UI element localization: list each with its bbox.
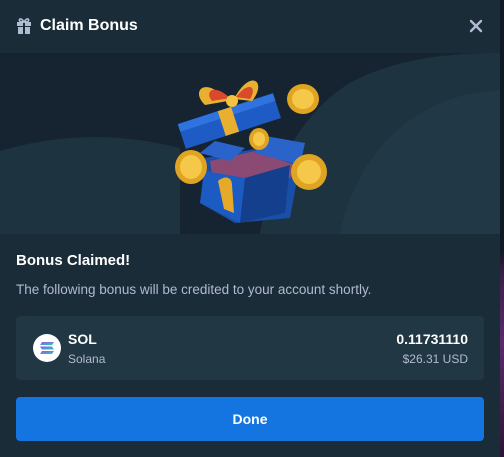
modal-title: Claim Bonus <box>40 17 138 34</box>
open-gift-illustration <box>0 53 500 234</box>
modal-header: Claim Bonus <box>0 0 500 53</box>
bonus-banner <box>0 53 500 234</box>
close-icon[interactable] <box>466 16 486 36</box>
gift-icon <box>17 18 31 34</box>
bonus-currency-row: SOL Solana 0.11731110 $26.31 USD <box>16 316 484 380</box>
currency-symbol: SOL <box>68 331 97 347</box>
bonus-claimed-title: Bonus Claimed! <box>16 252 131 269</box>
currency-name: Solana <box>68 352 106 366</box>
claim-bonus-modal: Claim Bonus Bonus Claimed! The following… <box>0 0 500 457</box>
bonus-claimed-description: The following bonus will be credited to … <box>16 282 372 297</box>
bonus-usd-value: $26.31 USD <box>402 352 468 366</box>
solana-icon <box>33 334 61 362</box>
done-button[interactable]: Done <box>16 397 484 441</box>
background-page-edge <box>500 0 504 457</box>
bonus-amount: 0.11731110 <box>396 331 468 347</box>
